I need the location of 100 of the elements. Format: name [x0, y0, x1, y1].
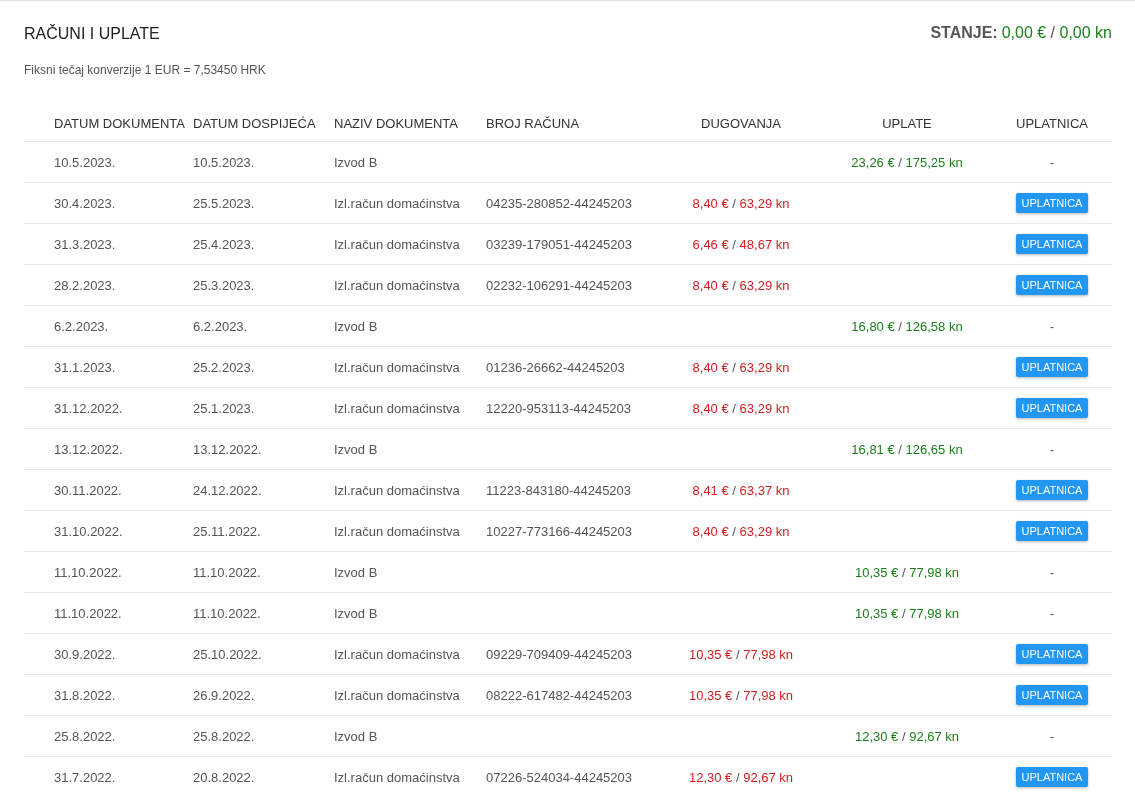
table-cell-text: 31.10.2022. [53, 523, 124, 539]
table-cell-text: 25.2.2023. [193, 359, 256, 375]
table-cell-text: 11.10.2022. [193, 564, 262, 580]
debt-amount: 12,30 € / 92,67 kn [688, 769, 794, 785]
payment-slip-button[interactable]: UPLATNICA [1015, 193, 1089, 213]
debt-amount: 8,40 € / 63,29 kn [692, 359, 790, 375]
table-cell: 09229-709409-44245203 [486, 646, 633, 662]
table-cell-text: 31.3.2023. [53, 236, 117, 252]
payment-slip-button[interactable]: UPLATNICA [1015, 234, 1089, 254]
table-cell-text: 30.9.2022. [53, 646, 117, 662]
table-cell-text: 6.2.2023. [53, 318, 110, 334]
table-cell: 02232-106291-44245203 [486, 277, 633, 293]
column-header: NAZIV DOKUMENTA [334, 115, 459, 131]
exchange-rate-note: Fiksni tečaj konverzije 1 EUR = 7,53450 HRK [24, 63, 267, 77]
table-cell: 01236-26662-44245203 [486, 359, 625, 375]
table-cell-text: 6.2.2023. [193, 318, 249, 334]
payment-amount: 23,26 € / 175,25 kn [851, 154, 963, 170]
debt-amount: 8,40 € / 63,29 kn [692, 277, 790, 293]
table-cell-text: Izl.račun domaćinstva [334, 769, 461, 785]
debt-amount: 10,35 € / 77,98 kn [688, 687, 794, 703]
payment-slip-button[interactable]: UPLATNICA [1015, 685, 1089, 705]
payment-amount: 16,81 € / 126,65 kn [851, 441, 963, 457]
payment-slip-button[interactable]: UPLATNICA [1015, 767, 1089, 787]
table-cell-text: Izl.račun domaćinstva [334, 400, 461, 416]
table-cell-text: 25.4.2023. [193, 236, 256, 252]
table-cell: 11223-843180-44245203 [486, 482, 632, 498]
table-cell: 12220-953113-44245203 [486, 400, 632, 416]
payment-slip-button[interactable]: UPLATNICA [1015, 398, 1089, 418]
table-cell-text: 25.10.2022. [193, 646, 263, 662]
table-cell-text: Izl.račun domaćinstva [334, 195, 461, 211]
table-cell-text: 25.3.2023. [193, 277, 256, 293]
column-header: BROJ RAČUNA [486, 115, 581, 131]
debt-amount: 8,40 € / 63,29 kn [692, 400, 790, 416]
debt-amount: 6,46 € / 48,67 kn [692, 236, 790, 252]
table-cell-text: 20.8.2022. [193, 769, 256, 785]
table-cell-text: 30.11.2022. [53, 482, 123, 498]
table-cell-text: 13.12.2022. [193, 441, 263, 457]
table-cell-text: 26.9.2022. [193, 687, 256, 703]
table-cell-text: 25.8.2022. [193, 728, 256, 744]
table-cell-text: 31.12.2022. [53, 400, 124, 416]
table-cell-text: 25.11.2022. [193, 523, 262, 539]
table-cell-text: Izl.račun domaćinstva [334, 482, 461, 498]
page-title: RAČUNI I UPLATE [24, 23, 160, 43]
debt-amount: 10,35 € / 77,98 kn [688, 646, 794, 662]
balance-label: STANJE: [930, 24, 998, 41]
table-cell-text: Izvod B [334, 564, 379, 580]
table-cell: - [1049, 564, 1055, 580]
table-cell-text: Izl.račun domaćinstva [334, 523, 461, 539]
table-cell-text: 11.10.2022. [53, 564, 123, 580]
table-cell: - [1049, 318, 1055, 334]
payment-slip-button[interactable]: UPLATNICA [1015, 644, 1089, 664]
payment-slip-button[interactable]: UPLATNICA [1015, 275, 1089, 295]
table-cell-text: 10.5.2023. [53, 154, 117, 170]
table-cell-text: Izl.račun domaćinstva [334, 687, 461, 703]
table-cell: - [1049, 154, 1055, 170]
table-cell: 10227-773166-44245203 [486, 523, 633, 539]
table-cell-text: Izl.račun domaćinstva [334, 359, 461, 375]
table-cell-text: 30.4.2023. [53, 195, 117, 211]
table-cell-text: Izvod B [334, 441, 379, 457]
payment-amount: 10,35 € / 77,98 kn [854, 605, 960, 621]
payment-amount: 12,30 € / 92,67 kn [854, 728, 960, 744]
table-cell-text: Izvod B [334, 154, 379, 170]
table-cell-text: Izl.račun domaćinstva [334, 236, 461, 252]
table-cell-text: 28.2.2023. [53, 277, 117, 293]
payment-slip-button[interactable]: UPLATNICA [1015, 480, 1089, 500]
payment-slip-button[interactable]: UPLATNICA [1015, 521, 1089, 541]
table-cell-text: Izl.račun domaćinstva [334, 277, 461, 293]
table-cell-text: 10.5.2023. [193, 154, 256, 170]
table-cell: 08222-617482-44245203 [486, 687, 633, 703]
payment-slip-button[interactable]: UPLATNICA [1015, 357, 1089, 377]
table-cell-text: 11.10.2022. [53, 605, 123, 621]
table-cell-text: Izvod B [334, 605, 379, 621]
debt-amount: 8,41 € / 63,37 kn [692, 482, 790, 498]
debt-amount: 8,40 € / 63,29 kn [692, 195, 790, 211]
table-cell: 04235-280852-44245203 [486, 195, 633, 211]
debt-amount: 8,40 € / 63,29 kn [692, 523, 790, 539]
table-cell-text: Izl.račun domaćinstva [334, 646, 461, 662]
column-header: UPLATNICA [1015, 115, 1089, 131]
table-cell: - [1049, 441, 1055, 457]
table-cell-text: 31.7.2022. [53, 769, 117, 785]
table-cell-text: 25.5.2023. [193, 195, 256, 211]
column-header: DATUM DOSPIJEĆA [193, 115, 317, 131]
table-cell: - [1049, 728, 1055, 744]
payment-amount: 16,80 € / 126,58 kn [851, 318, 963, 334]
table-cell-text: 25.1.2023. [193, 400, 256, 416]
table-cell-text: Izvod B [334, 728, 379, 744]
payment-amount: 10,35 € / 77,98 kn [854, 564, 960, 580]
table-cell: 03239-179051-44245203 [486, 236, 633, 252]
column-header: DATUM DOKUMENTA [53, 115, 186, 131]
table-cell-text: 13.12.2022. [53, 441, 124, 457]
table-cell: 07226-524034-44245203 [486, 769, 633, 785]
column-header: UPLATE [881, 115, 933, 131]
balance-amount: 0,00 € / 0,00 kn [1001, 24, 1112, 41]
table-cell-text: 24.12.2022. [193, 482, 263, 498]
table-cell: - [1049, 605, 1055, 621]
table-cell-text: 31.1.2023. [53, 359, 117, 375]
table-cell-text: 31.8.2022. [53, 687, 117, 703]
table-cell-text: 11.10.2022. [193, 605, 262, 621]
table-cell-text: 25.8.2022. [53, 728, 117, 744]
column-header: DUGOVANJA [700, 115, 782, 131]
